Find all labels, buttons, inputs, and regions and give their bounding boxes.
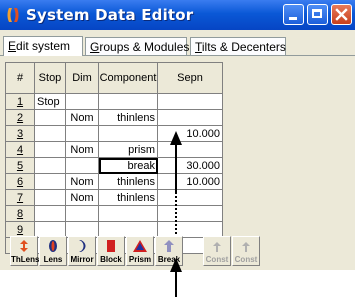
const2-button[interactable]: Const <box>232 236 260 266</box>
const2-label: Const <box>234 255 258 264</box>
row-number-cell[interactable]: 6 <box>5 173 35 190</box>
row-number-cell[interactable]: 7 <box>5 189 35 206</box>
stop-cell[interactable] <box>34 157 66 174</box>
table-row[interactable]: 1 Stop <box>5 93 223 110</box>
thlens-label: ThLens <box>11 255 40 264</box>
sepn-cell[interactable] <box>157 205 223 222</box>
stop-cell[interactable] <box>34 205 66 222</box>
table-row[interactable]: 2 Nom thinlens <box>5 109 223 126</box>
row-number-cell[interactable]: 4 <box>5 141 35 158</box>
column-header-sepn[interactable]: Sepn <box>157 62 223 94</box>
sepn-cell[interactable]: 10.000 <box>157 173 223 190</box>
thin-lens-icon <box>20 240 28 252</box>
sepn-cell[interactable]: 10.000 <box>157 125 223 142</box>
sepn-cell[interactable]: 30.000 <box>157 157 223 174</box>
system-data-editor-window: System Data Editor Edit system Groups & … <box>0 0 355 270</box>
dim-cell[interactable] <box>65 93 99 110</box>
sepn-cell[interactable] <box>157 93 223 110</box>
sepn-cell[interactable] <box>157 189 223 206</box>
close-icon <box>335 8 348 21</box>
const1-label: Const <box>205 255 229 264</box>
lens-icon <box>49 240 57 252</box>
lens-label: Lens <box>43 255 63 264</box>
mirror-label: Mirror <box>70 255 94 264</box>
constraint-icon <box>213 242 221 252</box>
row-number-cell[interactable]: 8 <box>5 205 35 222</box>
stop-cell[interactable] <box>34 173 66 190</box>
component-cell[interactable] <box>98 205 158 222</box>
window-title: System Data Editor <box>26 6 194 24</box>
surface-data-grid: # Stop Dim Component Sepn 1 Stop 2 Nom thinl… <box>5 62 223 254</box>
dim-cell[interactable] <box>65 125 99 142</box>
row-number-cell[interactable]: 5 <box>5 157 35 174</box>
dim-cell[interactable] <box>65 205 99 222</box>
block-button[interactable]: Block <box>97 236 125 266</box>
thlens-button[interactable]: ThLens <box>10 236 40 266</box>
mirror-icon <box>79 240 86 252</box>
row-number-cell[interactable]: 2 <box>5 109 35 126</box>
table-row[interactable]: 8 <box>5 205 223 222</box>
tab-tilts-decenters[interactable]: Tilts & Decenters <box>190 37 286 55</box>
dim-cell[interactable]: Nom <box>65 109 99 126</box>
dim-cell[interactable] <box>65 157 99 174</box>
tab-edit-system[interactable]: Edit system <box>3 36 83 56</box>
const1-button[interactable]: Const <box>203 236 231 266</box>
app-icon <box>7 8 19 22</box>
stop-cell[interactable] <box>34 189 66 206</box>
column-header-dim[interactable]: Dim <box>65 62 99 94</box>
block-icon <box>107 240 115 252</box>
grid-header-row: # Stop Dim Component Sepn <box>5 62 223 94</box>
component-cell[interactable] <box>98 93 158 110</box>
maximize-button[interactable] <box>307 4 328 25</box>
drag-arrow-lower-line <box>175 270 177 297</box>
table-row[interactable]: 3 10.000 <box>5 125 223 142</box>
block-label: Block <box>100 255 122 264</box>
stop-cell[interactable] <box>34 141 66 158</box>
table-row[interactable]: 4 Nom prism <box>5 141 223 158</box>
title-bar[interactable]: System Data Editor <box>0 0 355 30</box>
column-header-component[interactable]: Component <box>98 62 158 94</box>
dim-cell[interactable]: Nom <box>65 189 99 206</box>
close-button[interactable] <box>331 4 352 25</box>
component-cell[interactable]: break <box>98 157 158 174</box>
constraint-icon <box>242 242 250 252</box>
row-number-cell[interactable]: 3 <box>5 125 35 142</box>
drag-arrow-upper-line <box>175 142 177 194</box>
component-cell[interactable] <box>98 125 158 142</box>
lens-button[interactable]: Lens <box>39 236 67 266</box>
drag-arrow-upper-head <box>170 131 182 145</box>
component-cell[interactable]: prism <box>98 141 158 158</box>
minimize-icon <box>289 17 297 20</box>
dim-cell[interactable]: Nom <box>65 173 99 190</box>
drag-arrow-dotted-line <box>175 196 177 238</box>
minimize-button[interactable] <box>283 4 304 25</box>
prism-icon <box>133 240 147 252</box>
prism-label: Prism <box>128 255 152 264</box>
component-cell[interactable]: thinlens <box>98 173 158 190</box>
stop-cell[interactable] <box>34 109 66 126</box>
break-icon <box>164 240 174 252</box>
sepn-cell[interactable] <box>157 141 223 158</box>
column-header-number[interactable]: # <box>5 62 35 94</box>
sepn-cell[interactable] <box>157 109 223 126</box>
prism-button[interactable]: Prism <box>126 236 154 266</box>
table-row[interactable]: 6 Nom thinlens 10.000 <box>5 173 223 190</box>
maximize-icon <box>312 9 322 18</box>
table-row[interactable]: 5 break 30.000 <box>5 157 223 174</box>
stop-cell[interactable]: Stop <box>34 93 66 110</box>
stop-cell[interactable] <box>34 125 66 142</box>
table-row[interactable]: 7 Nom thinlens <box>5 189 223 206</box>
dim-cell[interactable]: Nom <box>65 141 99 158</box>
component-cell[interactable]: thinlens <box>98 109 158 126</box>
column-header-stop[interactable]: Stop <box>34 62 66 94</box>
tab-groups-modules[interactable]: Groups & Modules <box>85 37 189 55</box>
component-cell[interactable]: thinlens <box>98 189 158 206</box>
mirror-button[interactable]: Mirror <box>68 236 96 266</box>
row-number-cell[interactable]: 1 <box>5 93 35 110</box>
